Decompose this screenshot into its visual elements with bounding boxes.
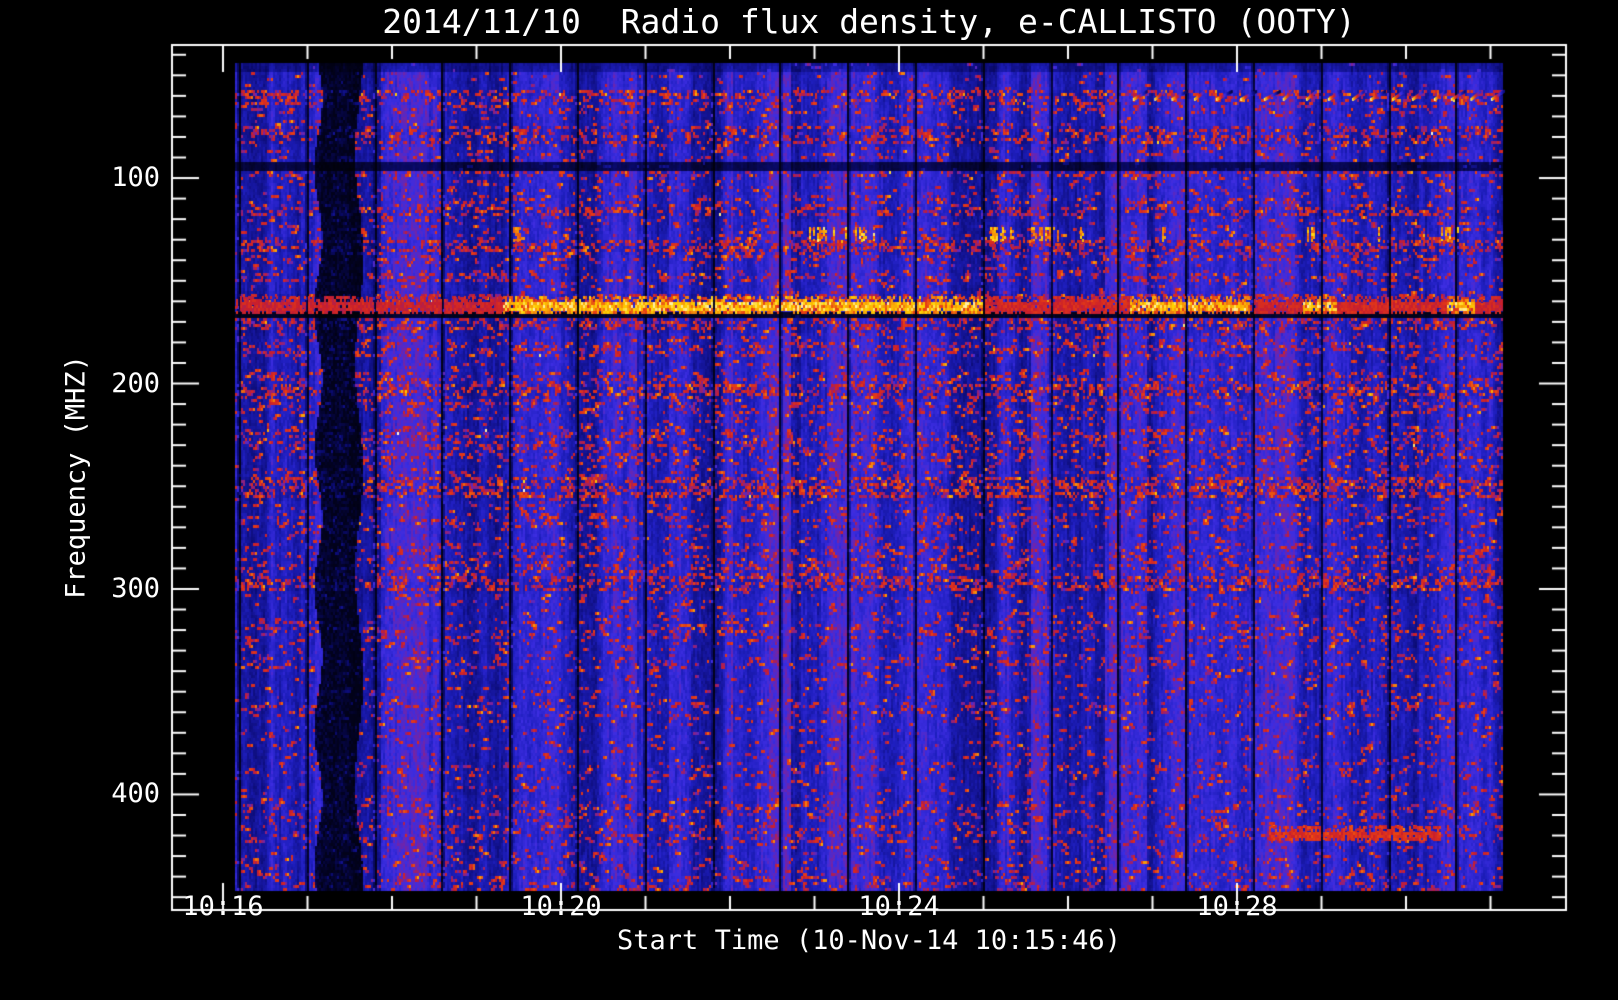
x-axis-tick-labels: 10:16 10:20 10:24 10:28 bbox=[0, 891, 1618, 925]
x-tick-label: 10:24 bbox=[858, 891, 940, 922]
y-tick-label: 400 bbox=[111, 778, 160, 810]
y-tick-label: 300 bbox=[111, 572, 160, 604]
y-axis-tick-labels: 100 200 300 400 bbox=[88, 0, 160, 1000]
x-tick-label: 10:20 bbox=[520, 891, 602, 922]
spectrogram-page: 2014/11/10 Radio flux density, e-CALLIST… bbox=[0, 0, 1618, 1000]
y-tick-label: 200 bbox=[111, 367, 160, 399]
y-tick-label: 100 bbox=[111, 162, 160, 194]
chart-title: 2014/11/10 Radio flux density, e-CALLIST… bbox=[382, 2, 1356, 41]
x-tick-label: 10:16 bbox=[182, 891, 264, 922]
x-tick-label: 10:28 bbox=[1196, 891, 1278, 922]
x-axis-label: Start Time (10-Nov-14 10:15:46) bbox=[617, 925, 1121, 956]
spectrogram-canvas bbox=[0, 0, 1618, 1000]
y-axis-label: Frequency (MHZ) bbox=[60, 355, 92, 599]
